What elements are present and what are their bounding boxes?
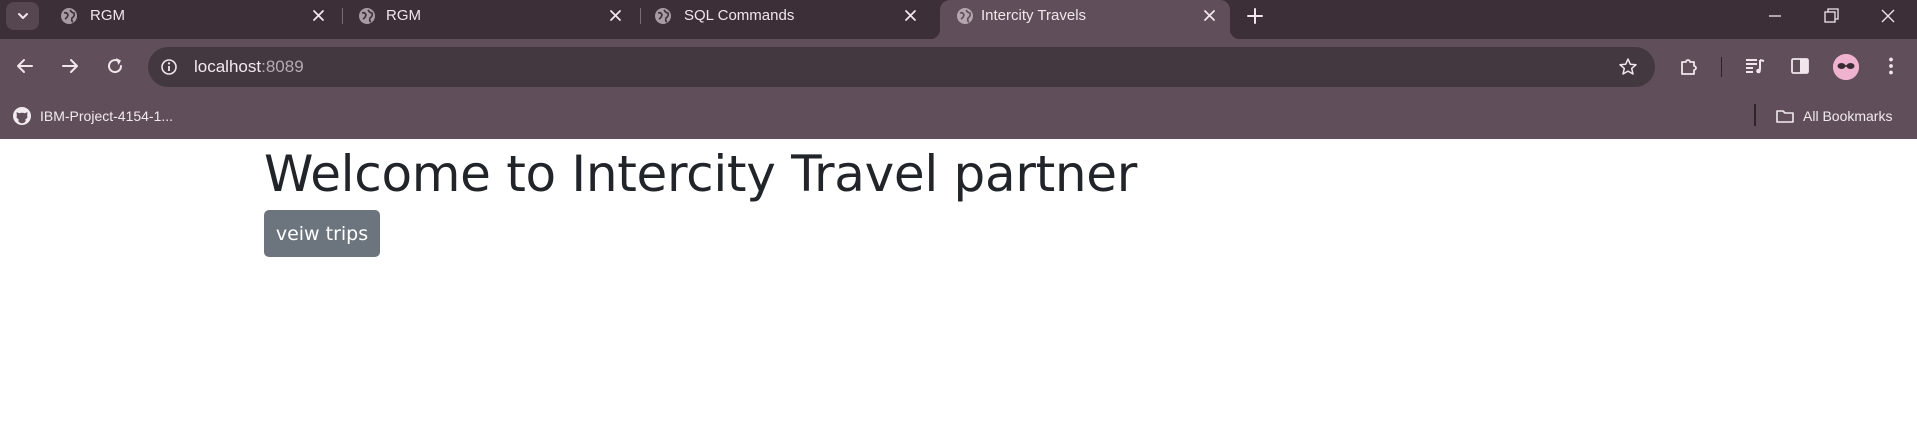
page-content: Welcome to Intercity Travel partner veiw… — [0, 139, 1917, 432]
tab-label: RGM — [386, 7, 421, 24]
tab-strip: RGM RGM SQL Commands Intercity Travels — [0, 0, 1917, 39]
url-port: :8089 — [261, 57, 304, 76]
tab-rgm-2[interactable]: RGM — [342, 0, 632, 31]
info-icon[interactable] — [160, 58, 178, 76]
tab-intercity-travels[interactable]: Intercity Travels — [930, 0, 1240, 39]
tab-label: RGM — [90, 7, 125, 24]
bookmarks-separator — [1754, 104, 1756, 126]
bookmark-label: IBM-Project-4154-1... — [40, 108, 174, 124]
close-icon[interactable] — [902, 7, 919, 24]
github-icon — [13, 107, 31, 125]
page-heading: Welcome to Intercity Travel partner — [264, 145, 1137, 203]
bookmark-ibm-project[interactable]: IBM-Project-4154-1... — [12, 105, 173, 127]
toolbar-separator — [1721, 57, 1722, 77]
plus-icon[interactable] — [1244, 5, 1266, 27]
close-icon[interactable] — [1201, 7, 1218, 24]
tab-rgm-1[interactable]: RGM — [44, 0, 334, 31]
tab-label: SQL Commands — [684, 7, 795, 24]
extensions-icon[interactable] — [1677, 54, 1701, 78]
globe-icon — [359, 8, 375, 24]
url-host: localhost — [194, 57, 262, 76]
back-arrow-icon[interactable] — [13, 54, 37, 78]
side-panel-icon[interactable] — [1788, 54, 1812, 78]
kebab-menu-icon[interactable] — [1879, 54, 1903, 78]
browser-toolbar: localhost:8089 — [0, 39, 1917, 139]
minimize-icon[interactable] — [1763, 4, 1787, 28]
url-text[interactable]: localhost:8089 — [194, 57, 304, 77]
close-icon[interactable] — [310, 7, 327, 24]
tab-label: Intercity Travels — [981, 7, 1087, 24]
window-close-icon[interactable] — [1876, 4, 1900, 28]
all-bookmarks-label: All Bookmarks — [1803, 108, 1893, 124]
reload-icon[interactable] — [103, 54, 127, 78]
globe-icon — [655, 8, 671, 24]
all-bookmarks-button[interactable]: All Bookmarks — [1775, 105, 1892, 127]
view-trips-button[interactable]: veiw trips — [264, 210, 380, 257]
globe-icon — [957, 8, 973, 24]
folder-icon — [1776, 110, 1794, 123]
tab-search-icon — [17, 13, 28, 19]
tab-search-button[interactable] — [6, 2, 39, 30]
address-bar[interactable]: localhost:8089 — [148, 47, 1655, 87]
star-icon[interactable] — [1618, 57, 1638, 77]
profile-avatar[interactable] — [1833, 54, 1859, 80]
restore-icon[interactable] — [1819, 4, 1843, 28]
tab-sql-commands[interactable]: SQL Commands — [638, 0, 928, 31]
globe-icon — [61, 8, 77, 24]
media-controls-icon[interactable] — [1743, 54, 1767, 78]
close-icon[interactable] — [607, 7, 624, 24]
profile-avatar-image — [1833, 54, 1859, 80]
forward-arrow-icon[interactable] — [58, 54, 82, 78]
